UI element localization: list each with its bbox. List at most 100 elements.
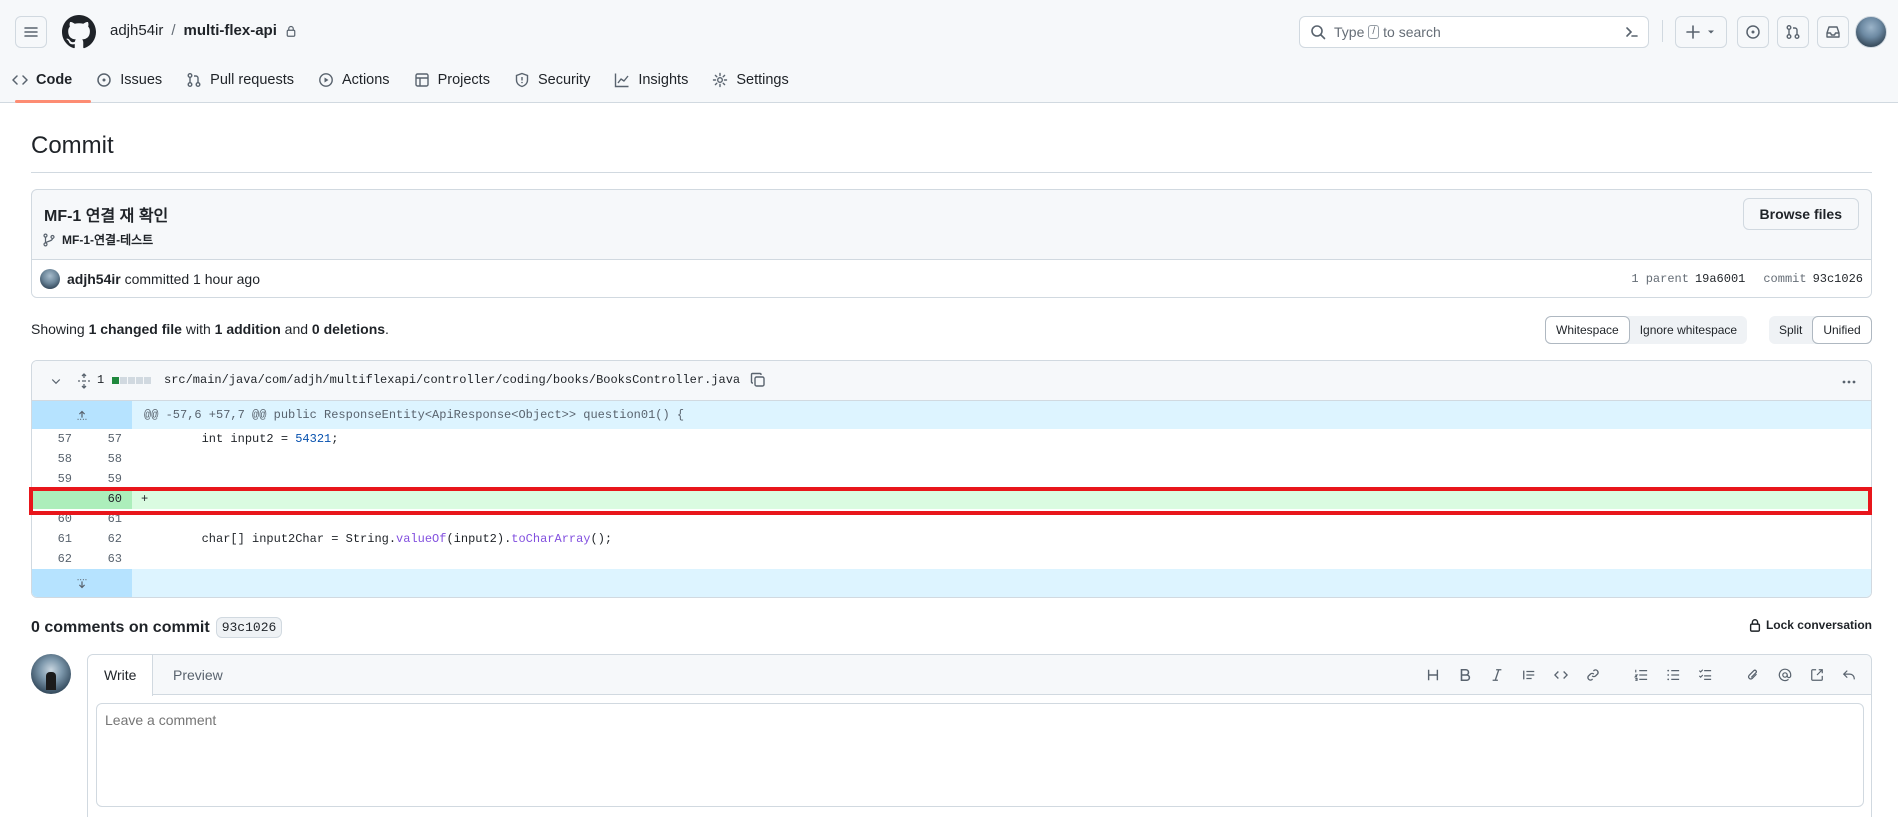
menu-button[interactable] [15, 16, 47, 48]
fold-up-icon [77, 410, 87, 420]
tab-label: Issues [120, 72, 163, 88]
inbox-button[interactable] [1817, 16, 1849, 48]
kebab-horizontal-icon[interactable] [1841, 374, 1857, 390]
author-link[interactable]: adjh54ir [67, 271, 121, 287]
tab-label: Code [36, 72, 73, 88]
gear-icon [713, 72, 728, 88]
search-suffix: to search [1383, 24, 1441, 40]
repo-name-link[interactable]: multi-flex-api [184, 22, 277, 39]
diffstat-neutral-block [120, 377, 127, 384]
quote-icon[interactable] [1513, 665, 1545, 685]
search-input[interactable]: Type / to search [1299, 16, 1649, 48]
split-view-option[interactable]: Split [1769, 316, 1812, 344]
branch-name: MF-1-연결-테스트 [62, 233, 154, 247]
title-divider [31, 172, 1872, 173]
repo-nav-tabs: Code Issues Pull requests Actions Projec… [0, 62, 801, 104]
hunk-header-row: @@ -57,6 +57,7 @@ public ResponseEntity<… [32, 401, 1871, 429]
line-code [132, 469, 144, 489]
code-method: toCharArray [511, 532, 591, 546]
old-line-number[interactable]: 62 [32, 549, 82, 569]
ordered-list-icon[interactable] [1625, 665, 1657, 685]
inbox-icon [1826, 26, 1840, 38]
old-line-number[interactable]: 57 [32, 429, 82, 449]
commit-header-box: MF-1 연결 재 확인 MF-1-연결-테스트 Browse files ad… [31, 189, 1872, 298]
old-line-number[interactable]: 58 [32, 449, 82, 469]
file-diff: 1 src/main/java/com/adjh/multiflexapi/co… [31, 360, 1872, 598]
tab-actions[interactable]: Actions [306, 62, 402, 98]
file-diff-header: 1 src/main/java/com/adjh/multiflexapi/co… [32, 361, 1871, 401]
paperclip-icon[interactable] [1737, 665, 1769, 685]
bold-icon[interactable] [1449, 665, 1481, 685]
unordered-list-icon[interactable] [1657, 665, 1689, 685]
new-line-number[interactable]: 57 [82, 429, 132, 449]
code-text: int input2 = [144, 432, 296, 446]
tab-insights[interactable]: Insights [602, 62, 700, 98]
tab-security[interactable]: Security [502, 62, 602, 98]
reply-icon[interactable] [1833, 665, 1865, 685]
heading-icon[interactable] [1417, 665, 1449, 685]
whitespace-option[interactable]: Whitespace [1545, 316, 1630, 344]
tab-label: Actions [342, 72, 390, 88]
new-line-number[interactable]: 59 [82, 469, 132, 489]
copy-icon[interactable] [750, 372, 766, 388]
new-line-number[interactable]: 63 [82, 549, 132, 569]
lock-conversation-button[interactable]: Lock conversation [1748, 618, 1872, 632]
old-line-number[interactable]: 59 [32, 469, 82, 489]
tab-code[interactable]: Code [0, 62, 84, 98]
command-palette-icon[interactable] [1624, 24, 1640, 40]
markdown-toolbar [1417, 665, 1865, 685]
italic-icon[interactable] [1481, 665, 1513, 685]
user-avatar[interactable] [1855, 16, 1887, 48]
tab-label: Pull requests [210, 72, 294, 88]
tab-settings[interactable]: Settings [700, 62, 800, 98]
tab-projects[interactable]: Projects [402, 62, 502, 98]
parent-sha-link[interactable]: 19a6001 [1695, 272, 1745, 286]
line-code [132, 449, 144, 469]
chevron-down-icon[interactable] [50, 375, 62, 387]
expand-footer-row [32, 569, 1871, 597]
mention-icon[interactable] [1769, 665, 1801, 685]
issues-button[interactable] [1737, 16, 1769, 48]
commit-meta-row: adjh54ir committed 1 hour ago 1 parent 1… [32, 259, 1871, 297]
browse-files-button[interactable]: Browse files [1742, 198, 1859, 230]
plus-icon [1686, 25, 1700, 39]
page-title: Commit [31, 132, 114, 159]
file-path-link[interactable]: src/main/java/com/adjh/multiflexapi/cont… [164, 373, 740, 387]
tab-issues[interactable]: Issues [84, 62, 174, 98]
github-logo-icon[interactable] [62, 15, 96, 49]
code-icon[interactable] [1545, 665, 1577, 685]
active-tab-indicator [15, 100, 91, 103]
code-text: (); [590, 532, 613, 546]
unified-view-option[interactable]: Unified [1812, 316, 1872, 344]
diff-line: 59 59 [32, 469, 1871, 489]
new-line-number[interactable]: 62 [82, 529, 132, 549]
expand-up-button[interactable] [32, 401, 132, 429]
commenter-avatar[interactable] [31, 654, 71, 694]
whitespace-toggle: Whitespace Ignore whitespace [1545, 316, 1748, 344]
summary-and: and [284, 321, 309, 337]
comment-textarea[interactable] [96, 703, 1864, 807]
lock-label: Lock conversation [1765, 618, 1872, 632]
repo-owner-link[interactable]: adjh54ir [110, 22, 163, 39]
author-avatar[interactable] [40, 269, 60, 289]
hamburger-icon [24, 27, 38, 37]
tab-write[interactable]: Write [88, 655, 154, 696]
branch-link[interactable]: MF-1-연결-테스트 [42, 231, 153, 248]
link-icon[interactable] [1577, 665, 1609, 685]
new-line-number[interactable]: 58 [82, 449, 132, 469]
cross-reference-icon[interactable] [1801, 665, 1833, 685]
lock-icon [1749, 619, 1761, 632]
tab-preview[interactable]: Preview [157, 655, 239, 695]
code-text: ; [331, 432, 339, 446]
pull-requests-button[interactable] [1777, 16, 1809, 48]
ignore-whitespace-option[interactable]: Ignore whitespace [1630, 316, 1747, 344]
old-line-number[interactable]: 61 [32, 529, 82, 549]
diff-summary: Showing 1 changed file with 1 addition a… [31, 321, 389, 337]
app-header: adjh54ir / multi-flex-api Type / to sear… [0, 0, 1898, 103]
tab-pull-requests[interactable]: Pull requests [174, 62, 306, 98]
expand-down-button[interactable] [32, 569, 132, 597]
create-new-button[interactable] [1675, 16, 1727, 48]
tasklist-icon[interactable] [1689, 665, 1721, 685]
unfold-icon[interactable] [76, 373, 92, 389]
comments-commit-sha: 93c1026 [215, 617, 283, 638]
